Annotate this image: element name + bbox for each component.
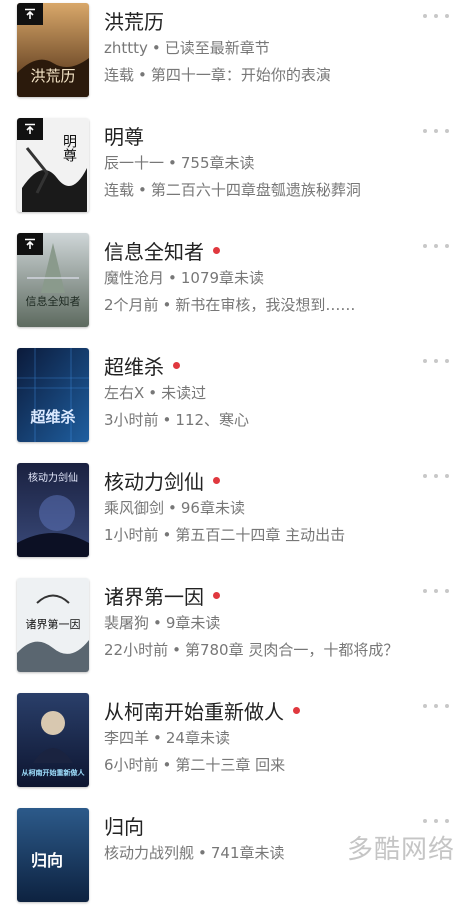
watermark-logo: 多酷网络 bbox=[347, 829, 455, 866]
read-status: 96章未读 bbox=[180, 499, 245, 517]
update-info: 连载 bbox=[104, 66, 135, 84]
update-info: 6小时前 bbox=[104, 756, 159, 774]
more-dots-icon[interactable] bbox=[423, 700, 449, 712]
more-dots-icon[interactable] bbox=[423, 815, 449, 827]
cover-title-text: 归向 bbox=[31, 851, 63, 870]
author: zhttty bbox=[104, 39, 148, 57]
latest-chapter: 第二百六十四章盘瓠遗族秘葬洞 bbox=[150, 181, 361, 199]
cover-title-text: 从柯南开始重新做人 bbox=[22, 768, 86, 777]
unread-dot bbox=[213, 246, 220, 254]
latest-chapter: 112、寒心 bbox=[175, 411, 250, 429]
book-item[interactable]: 核动力剑仙 核动力剑仙 乘风御剑 • 96章未读 1小时前 • 第五百二十四章 主动出击 bbox=[0, 460, 463, 575]
author: 核动力战列舰 bbox=[104, 844, 195, 862]
book-author-status: 辰一十一 • 755章未读 bbox=[104, 154, 255, 172]
cover-title-text: 明尊 bbox=[61, 134, 77, 162]
cover-title-text: 诸界第一因 bbox=[26, 617, 81, 631]
book-title[interactable]: 超维杀 bbox=[104, 351, 164, 380]
cover-title-text: 超维杀 bbox=[29, 408, 75, 426]
book-item[interactable]: 诸界第一因 诸界第一因 裴屠狗 • 9章未读 22小时前 • 第780章 灵肉合一，十都… bbox=[0, 575, 463, 690]
more-dots-icon[interactable] bbox=[423, 10, 449, 22]
book-item[interactable]: 从柯南开始重新做人 从柯南开始重新做人 李四羊 • 24章未读 6小时前 • 第二十三章… bbox=[0, 690, 463, 805]
book-latest-chapter: 连载 • 第二百六十四章盘瓠遗族秘葬洞 bbox=[104, 181, 361, 199]
update-info: 22小时前 bbox=[104, 641, 169, 659]
book-author-status: 李四羊 • 24章未读 bbox=[104, 729, 230, 747]
book-cover[interactable]: 超维杀 bbox=[17, 348, 89, 442]
book-item[interactable]: 洪荒历 洪荒历 zhttty • 已读至最新章节 连载 • 第四十一章：开始你的表演 bbox=[0, 0, 463, 115]
latest-chapter: 新书在审核，我没想到…… bbox=[175, 296, 356, 314]
more-dots-icon[interactable] bbox=[423, 585, 449, 597]
book-cover[interactable]: 从柯南开始重新做人 bbox=[17, 693, 89, 787]
unread-dot bbox=[293, 706, 300, 714]
read-status: 1079章未读 bbox=[180, 269, 265, 287]
latest-chapter: 第780章 灵肉合一，十都将成？ bbox=[184, 641, 399, 659]
latest-chapter: 第二十三章 回来 bbox=[175, 756, 286, 774]
book-cover[interactable]: 诸界第一因 bbox=[17, 578, 89, 672]
cover-title-text: 信息全知者 bbox=[26, 294, 81, 308]
unread-dot bbox=[213, 591, 220, 599]
book-title[interactable]: 信息全知者 bbox=[104, 236, 204, 265]
read-status: 24章未读 bbox=[165, 729, 230, 747]
book-item[interactable]: 明尊 明尊 辰一十一 • 755章未读 连载 • 第二百六十四章盘瓠遗族秘葬洞 bbox=[0, 115, 463, 230]
book-title[interactable]: 归向 bbox=[104, 811, 144, 840]
author: 魔性沧月 bbox=[104, 269, 165, 287]
book-author-status: 裴屠狗 • 9章未读 bbox=[104, 614, 221, 632]
watermark-text: 多酷网络 bbox=[346, 835, 455, 865]
cover-title-text: 核动力剑仙 bbox=[28, 471, 78, 484]
more-dots-icon[interactable] bbox=[423, 470, 449, 482]
book-cover[interactable]: 洪荒历 bbox=[17, 3, 89, 97]
book-author-status: zhttty • 已读至最新章节 bbox=[104, 39, 270, 57]
author: 左右X bbox=[104, 384, 145, 402]
pin-to-top-icon bbox=[17, 233, 43, 255]
book-author-status: 乘风御剑 • 96章未读 bbox=[104, 499, 245, 517]
book-cover[interactable]: 信息全知者 bbox=[17, 233, 89, 327]
more-dots-icon[interactable] bbox=[423, 125, 449, 137]
read-status: 9章未读 bbox=[165, 614, 221, 632]
author: 辰一十一 bbox=[104, 154, 165, 172]
book-cover[interactable]: 明尊 bbox=[17, 118, 89, 212]
book-latest-chapter: 6小时前 • 第二十三章 回来 bbox=[104, 756, 286, 774]
author: 乘风御剑 bbox=[104, 499, 165, 517]
cover-title-text: 洪荒历 bbox=[30, 67, 75, 85]
update-info: 1小时前 bbox=[104, 526, 159, 544]
read-status: 755章未读 bbox=[180, 154, 255, 172]
book-item[interactable]: 超维杀 超维杀 左右X • 未读过 3小时前 • 112、寒心 bbox=[0, 345, 463, 460]
more-dots-icon[interactable] bbox=[423, 355, 449, 367]
book-latest-chapter: 22小时前 • 第780章 灵肉合一，十都将成？ bbox=[104, 641, 399, 659]
unread-dot bbox=[213, 476, 220, 484]
read-status: 已读至最新章节 bbox=[164, 39, 270, 57]
book-title[interactable]: 从柯南开始重新做人 bbox=[104, 696, 284, 725]
read-status: 741章未读 bbox=[210, 844, 285, 862]
latest-chapter: 第五百二十四章 主动出击 bbox=[175, 526, 346, 544]
update-info: 连载 bbox=[104, 181, 135, 199]
book-title[interactable]: 核动力剑仙 bbox=[104, 466, 204, 495]
book-title[interactable]: 洪荒历 bbox=[104, 6, 164, 35]
book-author-status: 左右X • 未读过 bbox=[104, 384, 207, 402]
update-info: 3小时前 bbox=[104, 411, 159, 429]
book-cover[interactable]: 归向 bbox=[17, 808, 89, 902]
book-cover[interactable]: 核动力剑仙 bbox=[17, 463, 89, 557]
more-dots-icon[interactable] bbox=[423, 240, 449, 252]
book-latest-chapter: 连载 • 第四十一章：开始你的表演 bbox=[104, 66, 331, 84]
book-title[interactable]: 明尊 bbox=[104, 121, 144, 150]
book-title[interactable]: 诸界第一因 bbox=[104, 581, 204, 610]
book-item[interactable]: 信息全知者 信息全知者 魔性沧月 • 1079章未读 2个月前 • 新书在审核，我没想到… bbox=[0, 230, 463, 345]
unread-dot bbox=[173, 361, 180, 369]
author: 裴屠狗 bbox=[104, 614, 150, 632]
book-latest-chapter: 3小时前 • 112、寒心 bbox=[104, 411, 250, 429]
book-latest-chapter: 1小时前 • 第五百二十四章 主动出击 bbox=[104, 526, 346, 544]
pin-to-top-icon bbox=[17, 118, 43, 140]
book-author-status: 魔性沧月 • 1079章未读 bbox=[104, 269, 265, 287]
book-latest-chapter: 2个月前 • 新书在审核，我没想到…… bbox=[104, 296, 356, 314]
read-status: 未读过 bbox=[161, 384, 207, 402]
pin-to-top-icon bbox=[17, 3, 43, 25]
author: 李四羊 bbox=[104, 729, 150, 747]
latest-chapter: 第四十一章：开始你的表演 bbox=[150, 66, 331, 84]
update-info: 2个月前 bbox=[104, 296, 159, 314]
